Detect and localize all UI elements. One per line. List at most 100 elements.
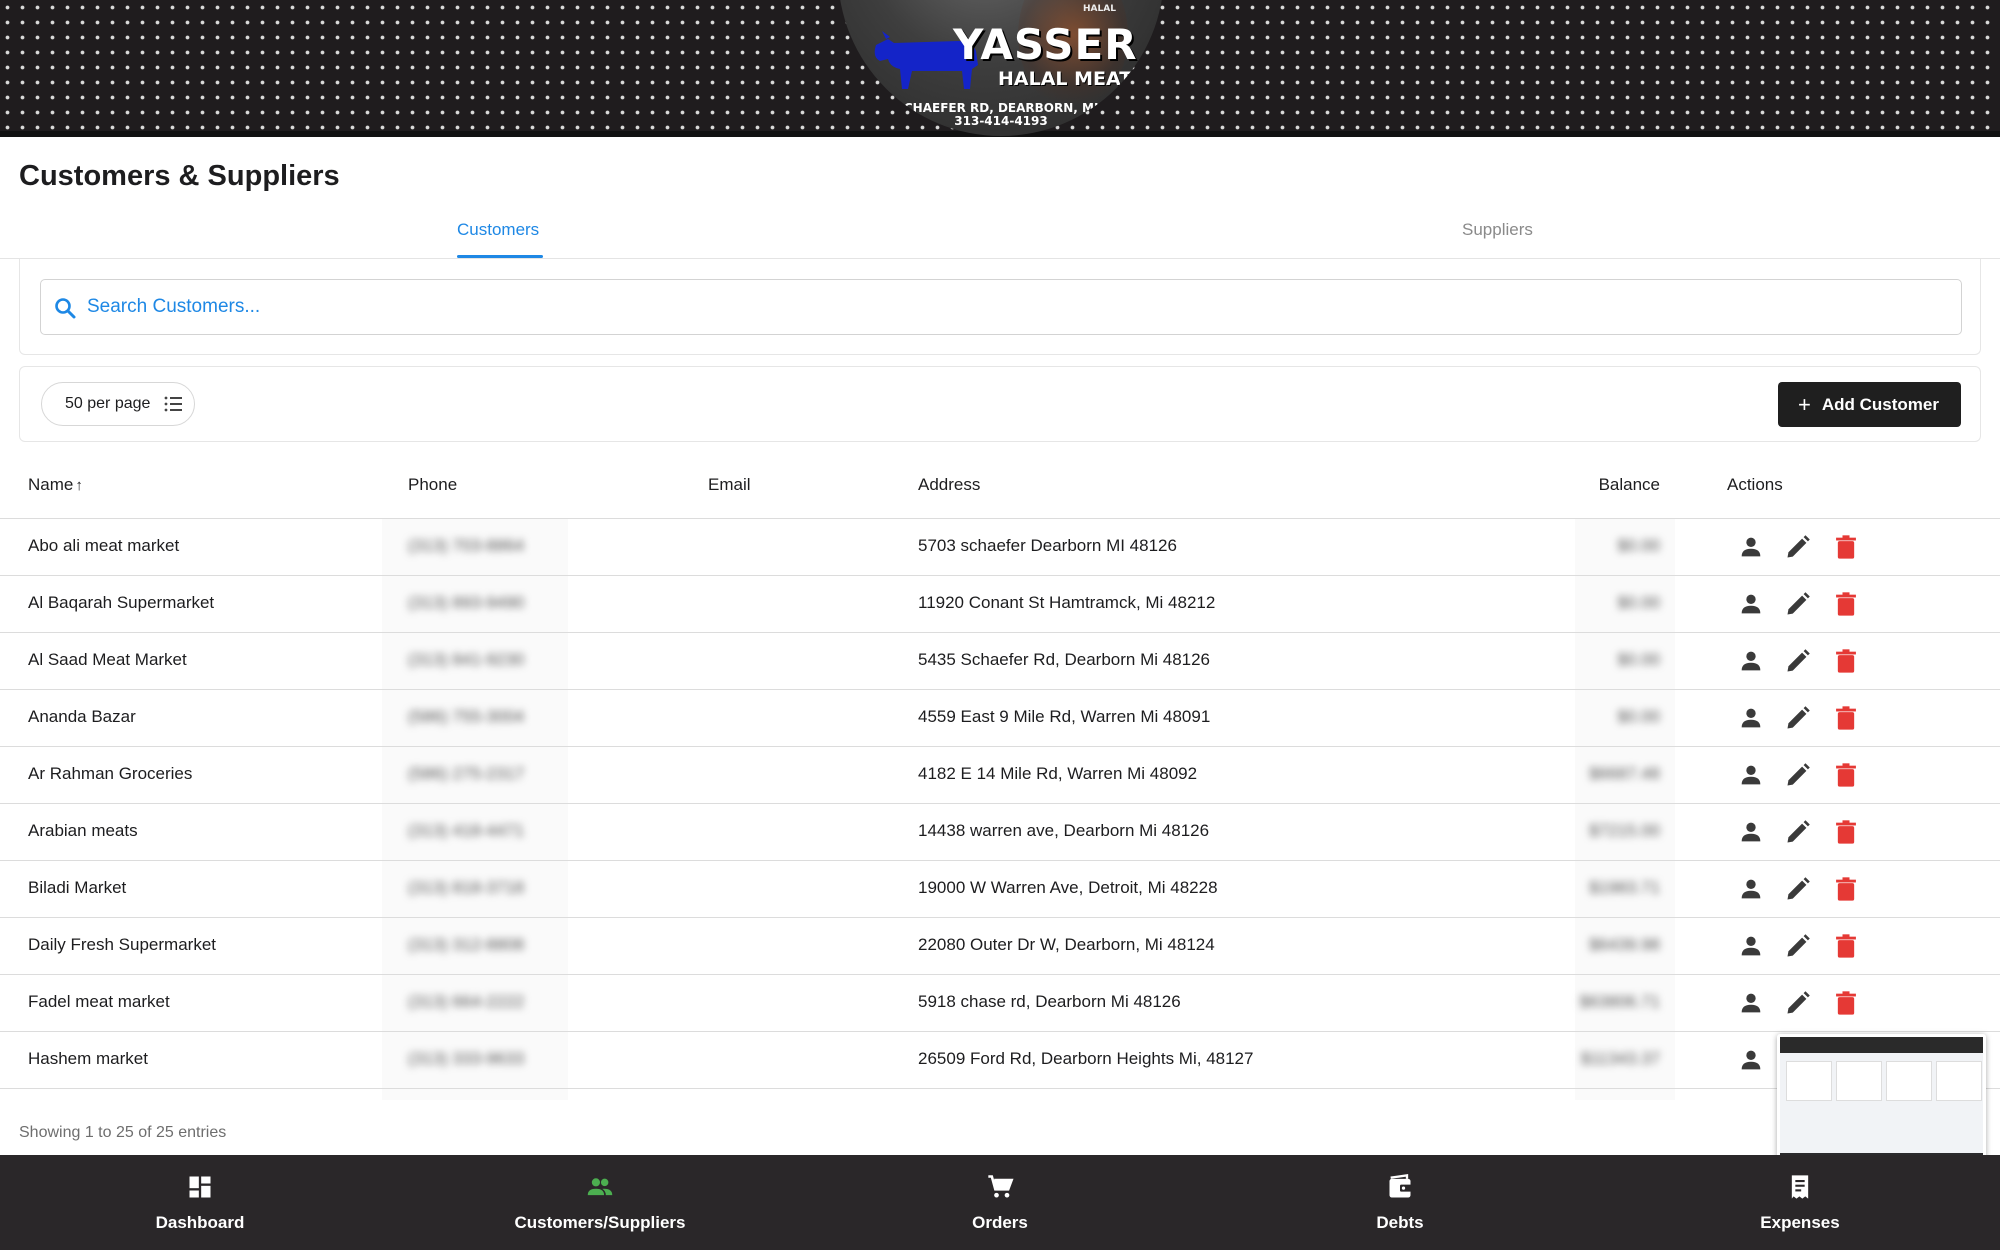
- nav-debts[interactable]: Debts: [1200, 1155, 1600, 1250]
- nav-expenses-label: Expenses: [1760, 1213, 1840, 1232]
- delete-customer-button[interactable]: [1832, 818, 1860, 846]
- pencil-icon: [1787, 592, 1810, 615]
- tab-suppliers[interactable]: Suppliers: [1462, 220, 1533, 240]
- customer-name: Al Saad Meat Market: [28, 650, 187, 669]
- table-row[interactable]: Ananda Bazar (586) 755-3004 4559 East 9 Mi…: [0, 690, 2000, 747]
- column-header-actions: Actions: [1727, 475, 1783, 494]
- active-tab-indicator: [457, 255, 543, 258]
- column-header-phone[interactable]: Phone: [408, 475, 457, 495]
- nav-dashboard-label: Dashboard: [155, 1213, 245, 1232]
- edit-customer-button[interactable]: [1784, 932, 1812, 960]
- thumbnail-card: [1786, 1061, 1832, 1101]
- view-customer-button[interactable]: [1737, 989, 1765, 1017]
- search-icon: [55, 298, 76, 319]
- table-row[interactable]: Ar Rahman Groceries (586) 275-2317 4182 E …: [0, 747, 2000, 804]
- list-icon: [164, 396, 182, 412]
- delete-customer-button[interactable]: [1832, 704, 1860, 732]
- table-row[interactable]: Al Baqarah Supermarket (313) 893-9490 1192…: [0, 576, 2000, 633]
- table-row[interactable]: Al Saad Meat Market (313) 841-9230 5435 Sc…: [0, 633, 2000, 690]
- customer-balance: $0.00: [1617, 593, 1660, 612]
- edit-customer-button[interactable]: [1784, 818, 1812, 846]
- logo-phone: 313-414-4193: [954, 114, 1048, 128]
- add-customer-button[interactable]: + Add Customer: [1778, 382, 1961, 427]
- column-header-name[interactable]: Name ↑: [28, 475, 83, 495]
- logo-subtitle: HALAL MEATS: [998, 68, 1146, 90]
- customer-phone: (313) 418-4471: [408, 821, 525, 840]
- customer-balance: $6439.98: [1589, 935, 1660, 954]
- delete-customer-button[interactable]: [1832, 647, 1860, 675]
- pencil-icon: [1787, 820, 1810, 843]
- table-row[interactable]: Fadel meat market (313) 664-2222 5918 chas…: [0, 975, 2000, 1032]
- view-customer-button[interactable]: [1737, 590, 1765, 618]
- tab-bar: Customers Suppliers: [0, 212, 2000, 259]
- edit-customer-button[interactable]: [1784, 590, 1812, 618]
- trash-icon: [1836, 592, 1856, 616]
- pencil-icon: [1787, 934, 1810, 957]
- search-card: [19, 259, 1981, 355]
- trash-icon: [1836, 649, 1856, 673]
- person-icon: [1741, 594, 1761, 614]
- view-customer-button[interactable]: [1737, 932, 1765, 960]
- view-customer-button[interactable]: [1737, 704, 1765, 732]
- pencil-icon: [1787, 535, 1810, 558]
- table-row[interactable]: Daily Fresh Supermarket (313) 312-8808 220…: [0, 918, 2000, 975]
- table-row[interactable]: Abo ali meat market (313) 703-8864 5703 sc…: [0, 519, 2000, 576]
- nav-expenses[interactable]: Expenses: [1600, 1155, 2000, 1250]
- customer-phone: (313) 818-3718: [408, 878, 525, 897]
- delete-customer-button[interactable]: [1832, 761, 1860, 789]
- edit-customer-button[interactable]: [1784, 875, 1812, 903]
- delete-customer-button[interactable]: [1832, 989, 1860, 1017]
- thumbnail-card: [1936, 1061, 1982, 1101]
- receipt-icon: [1791, 1175, 1809, 1199]
- nav-orders-label: Orders: [972, 1213, 1028, 1232]
- add-customer-label: Add Customer: [1821, 394, 1939, 414]
- search-input[interactable]: [87, 290, 1937, 324]
- customer-address: 26509 Ford Rd, Dearborn Heights Mi, 4812…: [918, 1049, 1254, 1068]
- person-icon: [1741, 708, 1761, 728]
- thumbnail-banner: [1780, 1037, 1983, 1053]
- delete-customer-button[interactable]: [1832, 932, 1860, 960]
- table-row[interactable]: Biladi Market (313) 818-3718 19000 W Warre…: [0, 861, 2000, 918]
- customer-balance: $0.00: [1617, 707, 1660, 726]
- nav-orders[interactable]: Orders: [800, 1155, 1200, 1250]
- edit-customer-button[interactable]: [1784, 761, 1812, 789]
- table-row[interactable]: Arabian meats (313) 418-4471 14438 warren …: [0, 804, 2000, 861]
- table-scroll-fade: [0, 1100, 2000, 1112]
- customer-address: 22080 Outer Dr W, Dearborn, Mi 48124: [918, 935, 1215, 954]
- customer-phone: (313) 703-8864: [408, 536, 525, 555]
- edit-customer-button[interactable]: [1784, 989, 1812, 1017]
- view-customer-button[interactable]: [1737, 875, 1765, 903]
- customer-address: 4559 East 9 Mile Rd, Warren Mi 48091: [918, 707, 1211, 726]
- search-box[interactable]: [40, 279, 1962, 335]
- column-header-balance[interactable]: Balance: [1599, 475, 1660, 495]
- screenshot-thumbnail[interactable]: [1777, 1034, 1986, 1168]
- edit-customer-button[interactable]: [1784, 647, 1812, 675]
- edit-customer-button[interactable]: [1784, 533, 1812, 561]
- tab-customers[interactable]: Customers: [457, 220, 539, 240]
- column-header-email[interactable]: Email: [708, 475, 751, 495]
- view-customer-button[interactable]: [1737, 818, 1765, 846]
- delete-customer-button[interactable]: [1832, 533, 1860, 561]
- trash-icon: [1836, 763, 1856, 787]
- delete-customer-button[interactable]: [1832, 875, 1860, 903]
- per-page-select[interactable]: 50 per page: [41, 382, 195, 426]
- column-header-address[interactable]: Address: [918, 475, 980, 495]
- view-customer-button[interactable]: [1737, 647, 1765, 675]
- bottom-navigation: Dashboard Customers/Suppliers Orders Deb…: [0, 1155, 2000, 1250]
- table-header: Name ↑ Phone Email Address Balance Action…: [0, 459, 2000, 519]
- trash-icon: [1836, 934, 1856, 958]
- pencil-icon: [1787, 763, 1810, 786]
- customer-balance: $6687.48: [1589, 764, 1660, 783]
- customer-phone: (313) 893-9490: [408, 593, 525, 612]
- view-customer-button[interactable]: [1737, 761, 1765, 789]
- view-customer-button[interactable]: [1737, 1046, 1765, 1074]
- customer-name: Arabian meats: [28, 821, 138, 840]
- nav-customers-suppliers[interactable]: Customers/Suppliers: [400, 1155, 800, 1250]
- table-row[interactable]: Hashem market (313) 333-9633 26509 Ford Rd…: [0, 1032, 2000, 1089]
- person-icon: [1741, 822, 1761, 842]
- nav-dashboard[interactable]: Dashboard: [0, 1155, 400, 1250]
- customer-address: 14438 warren ave, Dearborn Mi 48126: [918, 821, 1210, 840]
- view-customer-button[interactable]: [1737, 533, 1765, 561]
- edit-customer-button[interactable]: [1784, 704, 1812, 732]
- delete-customer-button[interactable]: [1832, 590, 1860, 618]
